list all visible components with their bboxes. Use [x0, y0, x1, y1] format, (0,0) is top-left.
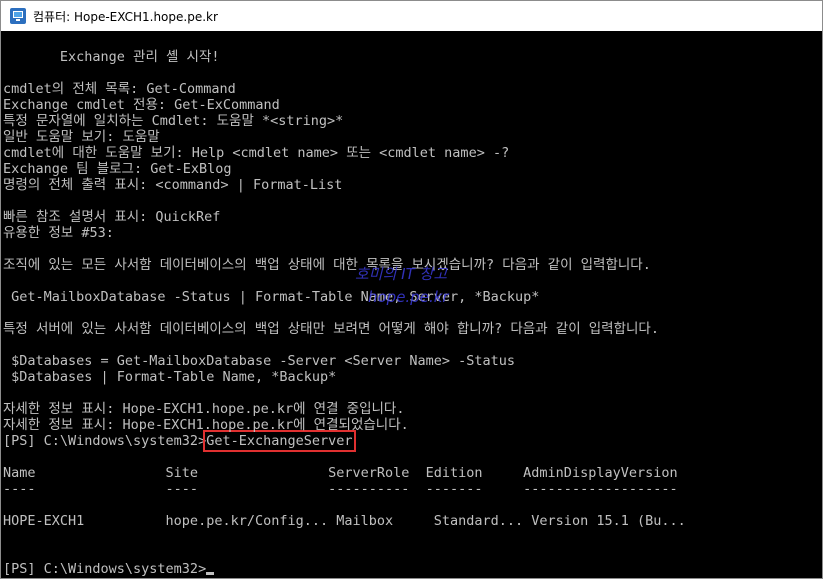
- console-line: $Databases = Get-MailboxDatabase -Server…: [3, 353, 516, 369]
- console-line: 자세한 정보 표시: Hope-EXCH1.hope.pe.kr에 연결 중입니…: [3, 401, 405, 417]
- console-line: 유용한 정보 #53:: [3, 225, 114, 241]
- prompt-line: [PS] C:\Windows\system32>Get-ExchangeSer…: [3, 430, 356, 452]
- console-line: 특정 서버에 있는 사서함 데이터베이스의 백업 상태만 보려면 어떻게 해야 …: [3, 321, 659, 337]
- watermark-line2: hope.pe.kr: [368, 288, 449, 306]
- console-line: Exchange 팀 블로그: Get-ExBlog: [3, 161, 232, 177]
- console-line: Exchange cmdlet 전용: Get-ExCommand: [3, 97, 280, 113]
- table-header: Name Site ServerRole Edition AdminDispla…: [3, 465, 678, 481]
- watermark-line1: 호미의 IT 창고: [355, 265, 448, 283]
- console-line: 특정 문자열에 일치하는 Cmdlet: 도움말 *<string>*: [3, 113, 344, 129]
- text-cursor: [206, 572, 215, 575]
- console-line: Get-MailboxDatabase -Status | Format-Tab…: [3, 289, 540, 305]
- table-separator: ---- ---- ---------- ------- -----------…: [3, 481, 678, 497]
- entered-command: Get-ExchangeServer: [203, 430, 356, 452]
- console-line: 조직에 있는 모든 사서함 데이터베이스의 백업 상태에 대한 목록을 보시겠습…: [3, 257, 651, 273]
- final-prompt-line[interactable]: [PS] C:\Windows\system32>: [3, 561, 215, 577]
- prompt-text: [PS] C:\Windows\system32>: [3, 433, 207, 449]
- final-prompt-text: [PS] C:\Windows\system32>: [3, 561, 207, 577]
- table-row: HOPE-EXCH1 hope.pe.kr/Config... Mailbox …: [3, 513, 686, 529]
- console-line: 명령의 전체 출력 표시: <command> | Format-List: [3, 177, 343, 193]
- remote-desktop-icon: [10, 8, 26, 24]
- console-line: $Databases | Format-Table Name, *Backup*: [3, 369, 337, 385]
- window-title: 컴퓨터: Hope-EXCH1.hope.pe.kr: [33, 9, 218, 24]
- console-line: 자세한 정보 표시: Hope-EXCH1.hope.pe.kr에 연결되었습니…: [3, 417, 409, 433]
- console-line: cmdlet에 대한 도움말 보기: Help <cmdlet name> 또는…: [3, 145, 510, 161]
- title-bar[interactable]: 컴퓨터: Hope-EXCH1.hope.pe.kr: [1, 1, 822, 31]
- console-line: cmdlet의 전체 목록: Get-Command: [3, 81, 236, 97]
- console-line: 일반 도움말 보기: 도움말: [3, 129, 160, 145]
- console-line: 빠른 참조 설명서 표시: QuickRef: [3, 209, 221, 225]
- console-line: Exchange 관리 셸 시작!: [3, 49, 220, 65]
